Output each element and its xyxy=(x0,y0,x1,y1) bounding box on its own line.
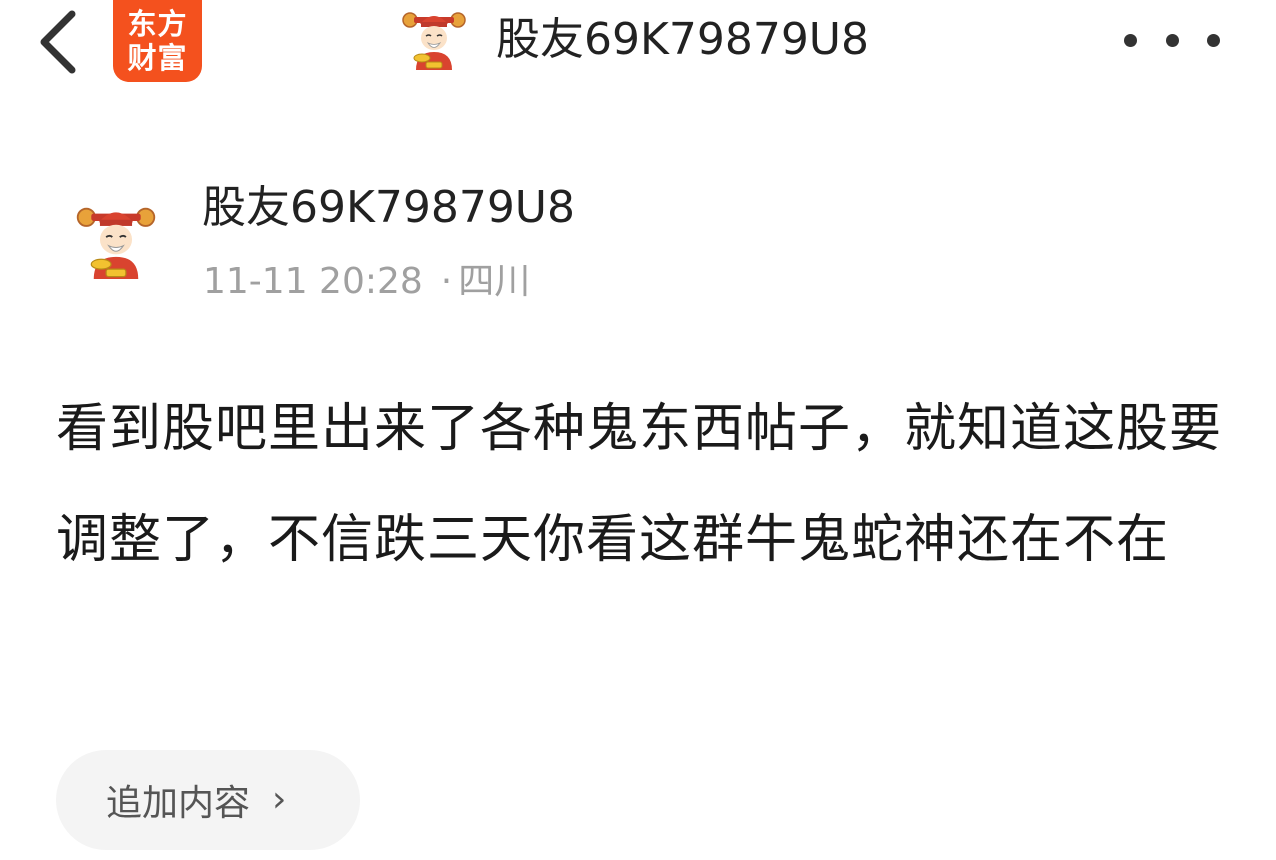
more-dot-icon xyxy=(1207,33,1220,47)
fortune-god-avatar-icon xyxy=(76,207,156,280)
fortune-god-avatar-icon xyxy=(402,12,466,70)
author-avatar[interactable] xyxy=(70,200,162,284)
append-content-label: 追加内容 xyxy=(106,783,251,824)
chevron-left-icon xyxy=(40,10,76,74)
post-content: 看到股吧里出来了各种鬼东西帖子，就知道这股要调整了，不信跌三天你看这群牛鬼蛇神还… xyxy=(56,399,1223,570)
more-dot-icon xyxy=(1124,33,1137,47)
back-button[interactable] xyxy=(30,6,90,76)
title-avatar xyxy=(398,6,470,74)
page-title: 股友69K79879U8 xyxy=(496,14,870,65)
brand-logo[interactable]: 东方 财富 xyxy=(113,0,202,82)
append-content-button[interactable]: 追加内容 › xyxy=(56,750,360,850)
brand-logo-line2: 财富 xyxy=(127,41,188,75)
post-meta: 11-11 20:28 · 四川 xyxy=(203,256,530,308)
post-detail-page: 东方 财富 股友69K79879U8 股友69K79879U8 11-11 20… xyxy=(0,0,1276,860)
brand-logo-line1: 东方 xyxy=(127,7,188,41)
meta-separator: · xyxy=(440,261,453,302)
post-timestamp: 11-11 20:28 xyxy=(203,261,423,302)
author-name[interactable]: 股友69K79879U8 xyxy=(202,178,575,238)
more-dot-icon xyxy=(1165,33,1179,47)
chevron-right-icon: › xyxy=(272,779,287,820)
more-options-button[interactable] xyxy=(1124,22,1220,58)
post-location: 四川 xyxy=(458,261,531,302)
top-nav-bar: 东方 财富 股友69K79879U8 xyxy=(0,0,1276,84)
